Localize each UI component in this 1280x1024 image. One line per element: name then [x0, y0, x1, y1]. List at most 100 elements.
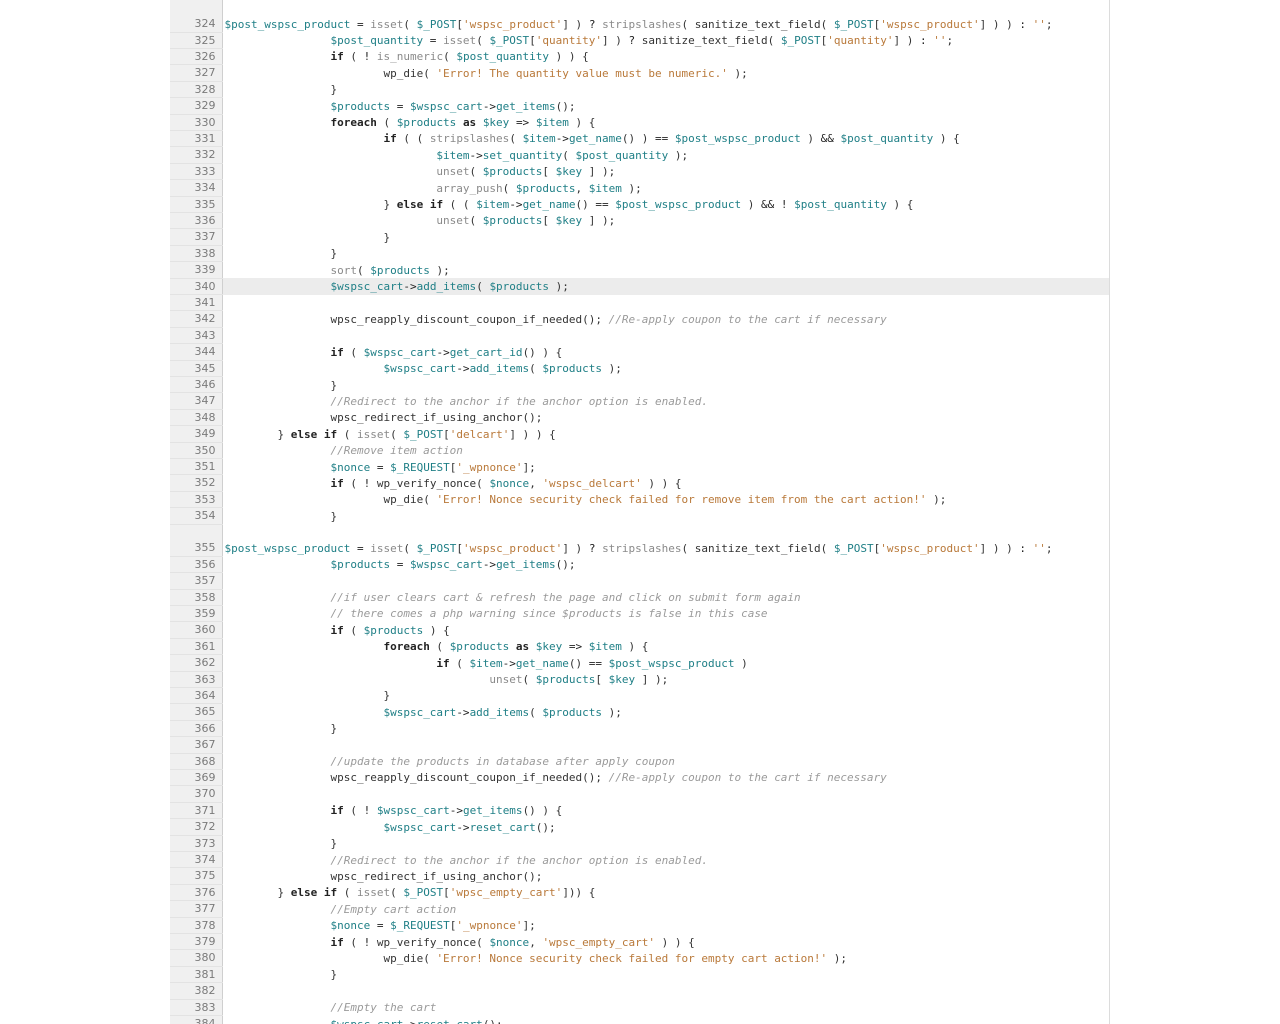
code-token: if: [330, 623, 344, 637]
line-number[interactable]: 370: [170, 785, 223, 803]
line-number[interactable]: 384: [170, 1015, 223, 1024]
line-source: [222, 573, 1109, 589]
line-source: [222, 983, 1109, 999]
line-number[interactable]: 355: [170, 524, 223, 557]
line-number[interactable]: 335: [170, 196, 223, 213]
line-number[interactable]: 362: [170, 654, 223, 672]
code-token: ->: [403, 280, 417, 294]
line-number[interactable]: 354: [170, 507, 223, 525]
line-number[interactable]: 345: [170, 360, 223, 378]
line-number[interactable]: 346: [170, 376, 223, 394]
line-number[interactable]: 379: [170, 933, 223, 951]
code-line: 351 $nonce = $_REQUEST['_wpnonce'];: [170, 458, 1109, 476]
line-number[interactable]: 352: [170, 474, 223, 492]
line-number[interactable]: 336: [170, 212, 223, 230]
code-token: '_wpnonce': [456, 460, 523, 474]
line-number[interactable]: 334: [170, 179, 223, 197]
line-number[interactable]: 361: [170, 638, 223, 656]
line-number[interactable]: 347: [170, 392, 223, 410]
line-number[interactable]: 357: [170, 572, 223, 590]
line-number[interactable]: 339: [170, 261, 223, 279]
line-number[interactable]: 376: [170, 884, 223, 902]
code-line: 349 } else if ( isset( $_POST['delcart']…: [170, 425, 1109, 443]
code-line: 326 if ( ! is_numeric( $post_quantity ) …: [170, 48, 1109, 66]
code-token: $wspsc_cart: [363, 345, 437, 359]
code-token: ->: [469, 148, 483, 162]
code-token: }: [224, 837, 338, 851]
line-number[interactable]: 365: [170, 703, 223, 721]
line-number[interactable]: 332: [170, 146, 223, 164]
line-number[interactable]: 325: [170, 32, 223, 49]
line-number[interactable]: 331: [170, 130, 223, 148]
line-number[interactable]: 377: [170, 900, 223, 918]
line-number[interactable]: 348: [170, 409, 223, 427]
line-source: //Empty the cart: [222, 999, 1109, 1015]
line-number[interactable]: 329: [170, 97, 223, 115]
line-number[interactable]: 342: [170, 310, 223, 328]
line-number[interactable]: 351: [170, 458, 223, 476]
code-token: }: [224, 689, 391, 703]
line-source: wpsc_reapply_discount_coupon_if_needed()…: [222, 311, 1109, 327]
code-token: 'quantity': [827, 34, 894, 47]
line-number[interactable]: 381: [170, 966, 223, 984]
code-token: (): [568, 656, 589, 670]
line-number[interactable]: 371: [170, 802, 223, 820]
line-number[interactable]: 341: [170, 294, 223, 312]
code-token: as: [462, 116, 477, 130]
line-number[interactable]: 328: [170, 81, 223, 99]
code-token: ) ) {: [641, 476, 682, 490]
code-token: if: [383, 132, 397, 146]
line-number[interactable]: 366: [170, 720, 223, 738]
line-number[interactable]: 338: [170, 245, 223, 263]
code-token: add_items: [469, 362, 530, 376]
code-token: if: [436, 656, 450, 670]
line-number[interactable]: 367: [170, 736, 223, 754]
code-token: $post_quantity: [840, 132, 934, 146]
code-token: (: [403, 541, 417, 555]
code-token: $key: [482, 116, 510, 130]
line-number[interactable]: 374: [170, 851, 223, 869]
line-number[interactable]: 373: [170, 835, 223, 853]
line-number[interactable]: 327: [170, 64, 223, 82]
code-token: //Re-apply coupon to the cart if necessa…: [608, 312, 887, 326]
code-token: ,: [529, 476, 543, 490]
line-number[interactable]: 340: [170, 278, 223, 296]
line-source: if ( ! is_numeric( $post_quantity ) ) {: [222, 48, 1109, 64]
line-number[interactable]: 353: [170, 491, 223, 509]
line-source: unset( $products[ $key ] );: [222, 163, 1109, 179]
line-number[interactable]: 333: [170, 163, 223, 181]
line-number[interactable]: 356: [170, 556, 223, 574]
line-number[interactable]: 368: [170, 753, 223, 770]
line-number[interactable]: 364: [170, 687, 223, 705]
line-number[interactable]: 375: [170, 867, 223, 885]
line-number[interactable]: 359: [170, 605, 223, 623]
code-line: 357: [170, 572, 1109, 590]
code-token: isset: [356, 427, 391, 441]
line-number[interactable]: 330: [170, 114, 223, 131]
line-number[interactable]: 380: [170, 949, 223, 967]
line-number[interactable]: 358: [170, 589, 223, 606]
line-number[interactable]: 349: [170, 425, 223, 443]
code-line: 376 } else if ( isset( $_POST['wpsc_empt…: [170, 884, 1109, 902]
line-number[interactable]: 382: [170, 982, 223, 1000]
code-token: (: [403, 17, 417, 31]
line-number[interactable]: 326: [170, 48, 223, 66]
line-number[interactable]: 337: [170, 228, 223, 246]
line-number[interactable]: 363: [170, 671, 223, 688]
code-token: stripslashes: [602, 17, 682, 31]
line-number[interactable]: 372: [170, 818, 223, 836]
code-token: }: [224, 247, 338, 261]
line-source: wpsc_redirect_if_using_anchor();: [222, 868, 1109, 884]
line-number[interactable]: 344: [170, 343, 223, 361]
line-number[interactable]: 360: [170, 621, 223, 639]
code-token: :: [919, 34, 927, 47]
line-number[interactable]: 383: [170, 999, 223, 1017]
line-number[interactable]: 343: [170, 327, 223, 345]
line-number[interactable]: 350: [170, 442, 223, 460]
line-number[interactable]: 324: [170, 0, 223, 33]
line-number[interactable]: 369: [170, 769, 223, 787]
line-number[interactable]: 378: [170, 917, 223, 935]
